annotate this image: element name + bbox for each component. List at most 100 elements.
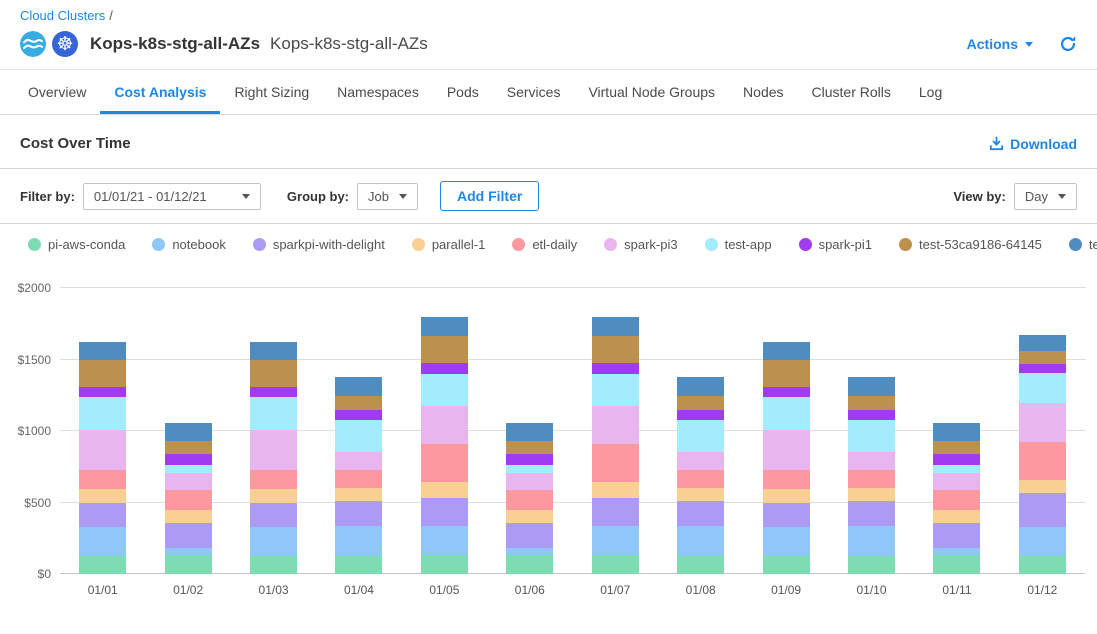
bar-01-12[interactable]	[1019, 288, 1066, 574]
bar-segment-test-pkix[interactable]	[79, 342, 126, 360]
bar-segment-etl-daily[interactable]	[79, 470, 126, 489]
bar-segment-test-app[interactable]	[763, 397, 810, 429]
bar-01-08[interactable]	[677, 288, 724, 574]
bar-segment-parallel-1[interactable]	[763, 489, 810, 503]
bar-segment-test-pkix[interactable]	[421, 317, 468, 336]
bar-segment-test-app[interactable]	[848, 420, 895, 452]
bar-segment-test-53ca9186-64145[interactable]	[335, 396, 382, 410]
bar-segment-pi-aws-conda[interactable]	[848, 556, 895, 574]
bar-segment-test-pkix[interactable]	[335, 377, 382, 396]
bar-segment-sparkpi-with-delight[interactable]	[79, 503, 126, 527]
bar-01-03[interactable]	[250, 288, 297, 574]
bar-segment-spark-pi1[interactable]	[250, 387, 297, 398]
bar-segment-parallel-1[interactable]	[250, 489, 297, 503]
bar-segment-test-app[interactable]	[335, 420, 382, 452]
bar-segment-etl-daily[interactable]	[335, 470, 382, 488]
bar-segment-notebook[interactable]	[1019, 527, 1066, 556]
bar-segment-parallel-1[interactable]	[506, 510, 553, 524]
bar-segment-test-app[interactable]	[165, 465, 212, 473]
add-filter-button[interactable]: Add Filter	[440, 181, 539, 211]
bar-01-01[interactable]	[79, 288, 126, 574]
bar-segment-sparkpi-with-delight[interactable]	[933, 523, 980, 548]
bar-segment-pi-aws-conda[interactable]	[250, 556, 297, 574]
bar-01-07[interactable]	[592, 288, 639, 574]
bar-segment-test-pkix[interactable]	[933, 423, 980, 441]
legend-item-test-app[interactable]: test-app	[705, 237, 772, 252]
bar-segment-test-53ca9186-64145[interactable]	[165, 441, 212, 454]
bar-segment-test-53ca9186-64145[interactable]	[848, 396, 895, 410]
bar-segment-sparkpi-with-delight[interactable]	[165, 523, 212, 548]
bar-segment-parallel-1[interactable]	[335, 488, 382, 501]
bar-segment-parallel-1[interactable]	[165, 510, 212, 524]
bar-segment-pi-aws-conda[interactable]	[421, 555, 468, 574]
bar-segment-sparkpi-with-delight[interactable]	[677, 501, 724, 526]
tab-services[interactable]: Services	[493, 70, 575, 114]
tab-right-sizing[interactable]: Right Sizing	[220, 70, 323, 114]
bar-segment-test-app[interactable]	[506, 465, 553, 473]
bar-segment-etl-daily[interactable]	[677, 470, 724, 488]
bar-segment-test-53ca9186-64145[interactable]	[592, 336, 639, 363]
bar-segment-test-pkix[interactable]	[763, 342, 810, 360]
bar-segment-etl-daily[interactable]	[250, 470, 297, 489]
bar-segment-spark-pi3[interactable]	[250, 430, 297, 470]
bar-segment-spark-pi1[interactable]	[677, 410, 724, 420]
bar-segment-spark-pi3[interactable]	[763, 430, 810, 470]
bar-segment-sparkpi-with-delight[interactable]	[421, 498, 468, 526]
bar-segment-spark-pi3[interactable]	[421, 406, 468, 444]
bar-segment-test-pkix[interactable]	[506, 423, 553, 441]
tab-cost-analysis[interactable]: Cost Analysis	[100, 70, 220, 114]
bar-segment-spark-pi1[interactable]	[763, 387, 810, 398]
bar-segment-spark-pi3[interactable]	[677, 452, 724, 470]
bar-segment-notebook[interactable]	[79, 527, 126, 556]
bar-segment-etl-daily[interactable]	[1019, 442, 1066, 480]
tab-cluster-rolls[interactable]: Cluster Rolls	[798, 70, 905, 114]
bar-segment-spark-pi1[interactable]	[421, 363, 468, 374]
bar-segment-pi-aws-conda[interactable]	[165, 555, 212, 574]
bar-segment-spark-pi1[interactable]	[506, 454, 553, 465]
date-range-select[interactable]: 01/01/21 - 01/12/21	[83, 183, 261, 210]
bar-01-11[interactable]	[933, 288, 980, 574]
legend-item-notebook[interactable]: notebook	[152, 237, 226, 252]
bar-segment-test-pkix[interactable]	[1019, 335, 1066, 351]
bar-segment-test-app[interactable]	[933, 465, 980, 473]
legend-item-sparkpi-with-delight[interactable]: sparkpi-with-delight	[253, 237, 385, 252]
bar-segment-parallel-1[interactable]	[848, 488, 895, 501]
bar-segment-spark-pi3[interactable]	[335, 452, 382, 470]
tab-namespaces[interactable]: Namespaces	[323, 70, 433, 114]
bar-segment-pi-aws-conda[interactable]	[933, 555, 980, 574]
bar-segment-notebook[interactable]	[506, 548, 553, 555]
tab-nodes[interactable]: Nodes	[729, 70, 797, 114]
bar-segment-test-pkix[interactable]	[848, 377, 895, 396]
bar-segment-test-53ca9186-64145[interactable]	[933, 441, 980, 454]
bar-segment-test-53ca9186-64145[interactable]	[1019, 351, 1066, 364]
bar-segment-test-app[interactable]	[79, 397, 126, 429]
legend-item-spark-pi3[interactable]: spark-pi3	[604, 237, 677, 252]
bar-segment-pi-aws-conda[interactable]	[592, 555, 639, 574]
legend-item-test-pkix[interactable]: test-pkix	[1069, 237, 1097, 252]
bar-segment-sparkpi-with-delight[interactable]	[848, 501, 895, 526]
bar-segment-test-53ca9186-64145[interactable]	[763, 360, 810, 387]
bar-segment-sparkpi-with-delight[interactable]	[335, 501, 382, 526]
bar-segment-parallel-1[interactable]	[677, 488, 724, 501]
bar-segment-test-53ca9186-64145[interactable]	[250, 360, 297, 387]
bar-segment-pi-aws-conda[interactable]	[763, 556, 810, 574]
bar-segment-pi-aws-conda[interactable]	[1019, 556, 1066, 574]
bar-segment-spark-pi1[interactable]	[1019, 364, 1066, 373]
bar-segment-etl-daily[interactable]	[421, 444, 468, 482]
bar-segment-parallel-1[interactable]	[933, 510, 980, 524]
bar-segment-spark-pi1[interactable]	[933, 454, 980, 465]
legend-item-parallel-1[interactable]: parallel-1	[412, 237, 485, 252]
bar-01-05[interactable]	[421, 288, 468, 574]
bar-segment-spark-pi1[interactable]	[165, 454, 212, 465]
refresh-icon[interactable]	[1059, 35, 1077, 53]
bar-segment-test-app[interactable]	[677, 420, 724, 452]
bar-segment-etl-daily[interactable]	[506, 490, 553, 510]
legend-item-spark-pi1[interactable]: spark-pi1	[799, 237, 872, 252]
bar-segment-etl-daily[interactable]	[848, 470, 895, 488]
bar-segment-etl-daily[interactable]	[763, 470, 810, 489]
bar-segment-sparkpi-with-delight[interactable]	[763, 503, 810, 527]
tab-overview[interactable]: Overview	[14, 70, 100, 114]
bar-01-09[interactable]	[763, 288, 810, 574]
bar-segment-sparkpi-with-delight[interactable]	[250, 503, 297, 527]
bar-segment-spark-pi3[interactable]	[165, 473, 212, 489]
